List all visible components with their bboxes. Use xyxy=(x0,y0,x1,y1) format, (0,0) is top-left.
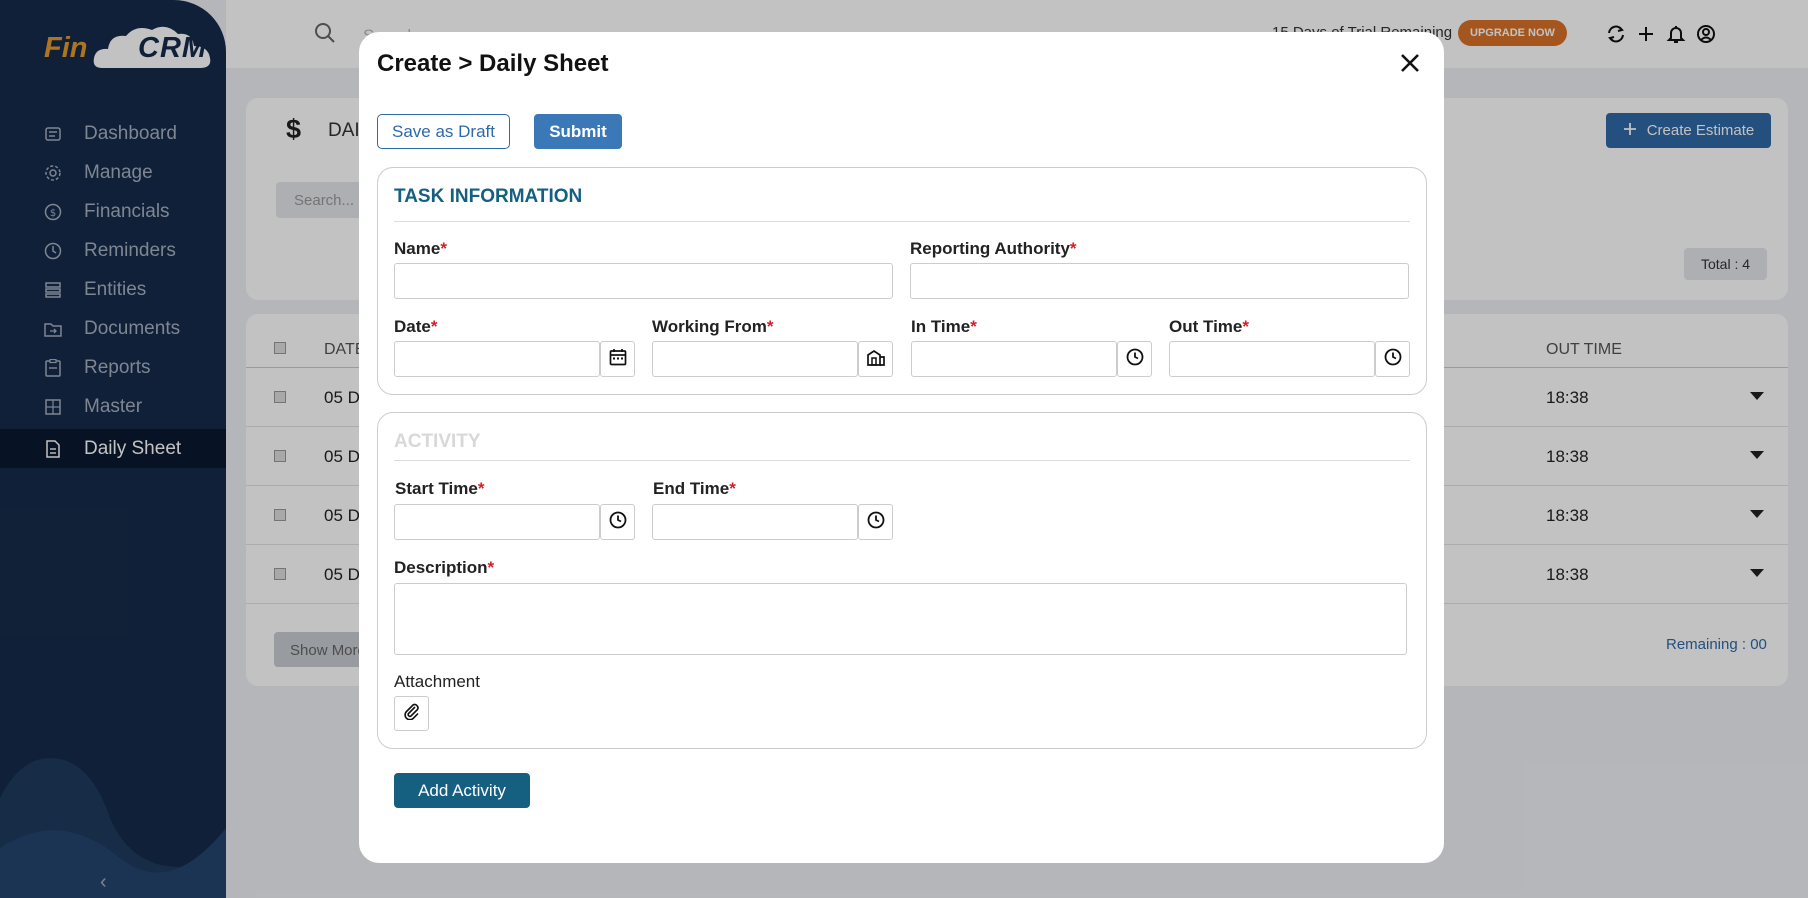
calendar-button[interactable] xyxy=(600,341,635,377)
paperclip-icon xyxy=(403,702,421,725)
close-icon[interactable] xyxy=(1399,52,1421,79)
name-label: Name* xyxy=(394,239,447,259)
modal-title: Create > Daily Sheet xyxy=(377,50,609,77)
section-title-activity: ACTIVITY xyxy=(394,431,481,452)
end-time-label-text: End Time xyxy=(653,479,730,498)
required-marker: * xyxy=(477,479,485,498)
required-marker: * xyxy=(1242,317,1249,336)
working-from-label-text: Working From xyxy=(652,317,767,336)
task-information-section: TASK INFORMATION Name* Reporting Authori… xyxy=(377,167,1427,395)
required-marker: * xyxy=(766,317,774,336)
section-divider xyxy=(394,221,1410,222)
required-marker: * xyxy=(430,317,438,336)
start-time-label: Start Time* xyxy=(395,479,484,499)
add-activity-button[interactable]: Add Activity xyxy=(394,773,530,808)
submit-button[interactable]: Submit xyxy=(534,114,622,149)
date-label: Date* xyxy=(394,317,437,337)
clock-icon xyxy=(1384,348,1402,371)
reporting-authority-label-text: Reporting Authority xyxy=(910,239,1070,258)
required-marker: * xyxy=(970,317,977,336)
start-time-label-text: Start Time xyxy=(395,479,478,498)
attachment-button[interactable] xyxy=(394,696,429,731)
clock-icon xyxy=(1126,348,1144,371)
end-time-input[interactable] xyxy=(652,504,858,540)
start-time-input[interactable] xyxy=(394,504,600,540)
required-marker: * xyxy=(487,558,495,577)
calendar-icon xyxy=(609,348,627,371)
clock-icon xyxy=(867,511,885,534)
working-from-input[interactable] xyxy=(652,341,858,377)
required-marker: * xyxy=(729,479,736,498)
date-label-text: Date xyxy=(394,317,431,336)
clock-icon xyxy=(609,511,627,534)
section-title-task-information: TASK INFORMATION xyxy=(394,186,583,207)
activity-section: ACTIVITY Start Time* End Time* Descripti… xyxy=(377,412,1427,749)
working-from-label: Working From* xyxy=(652,317,774,337)
building-icon xyxy=(866,348,886,371)
out-time-input[interactable] xyxy=(1169,341,1375,377)
start-time-picker-button[interactable] xyxy=(600,504,635,540)
required-marker: * xyxy=(440,239,447,258)
reporting-authority-input[interactable] xyxy=(910,263,1409,299)
out-time-picker-button[interactable] xyxy=(1375,341,1410,377)
attachment-label: Attachment xyxy=(394,672,480,691)
save-as-draft-button[interactable]: Save as Draft xyxy=(377,114,510,149)
in-time-picker-button[interactable] xyxy=(1117,341,1152,377)
name-input[interactable] xyxy=(394,263,893,299)
create-daily-sheet-modal: Create > Daily Sheet Save as Draft Submi… xyxy=(359,32,1444,863)
section-divider xyxy=(394,460,1410,461)
description-label: Description* xyxy=(394,558,494,578)
in-time-label-text: In Time xyxy=(911,317,971,336)
reporting-authority-label: Reporting Authority* xyxy=(910,239,1077,259)
date-input[interactable] xyxy=(394,341,600,377)
out-time-label-text: Out Time xyxy=(1169,317,1243,336)
out-time-label: Out Time* xyxy=(1169,317,1249,337)
description-textarea[interactable] xyxy=(394,583,1407,655)
description-label-text: Description xyxy=(394,558,488,577)
app-root: Fin CRM Dashboard Manage $ Financials Re… xyxy=(0,0,1808,898)
end-time-picker-button[interactable] xyxy=(858,504,893,540)
working-from-button[interactable] xyxy=(858,341,893,377)
required-marker: * xyxy=(1069,239,1077,258)
in-time-label: In Time* xyxy=(911,317,977,337)
name-label-text: Name xyxy=(394,239,441,258)
end-time-label: End Time* xyxy=(653,479,736,499)
in-time-input[interactable] xyxy=(911,341,1117,377)
